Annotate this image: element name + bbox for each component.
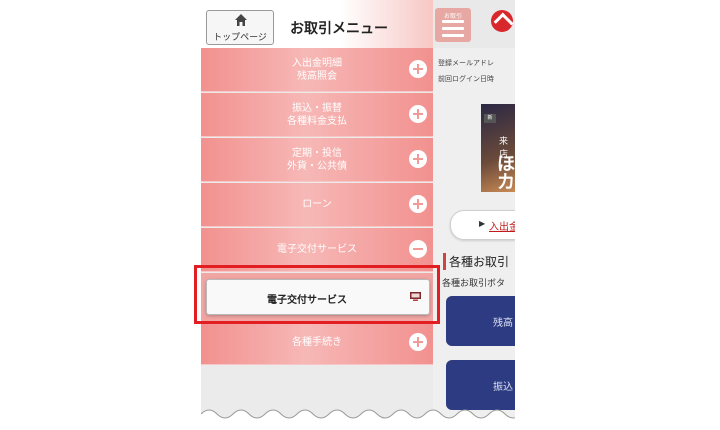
last-login-label: 前回ログイン日時: [438, 75, 494, 83]
bank-logo-icon: [491, 10, 513, 32]
menu-item-label: 定期・投信: [292, 147, 342, 159]
promo-banner[interactable]: 新 来店 ほ カ: [481, 104, 515, 193]
minus-icon: [409, 240, 427, 258]
banner-tag: 新: [484, 114, 496, 123]
torn-edge-divider: [201, 409, 515, 430]
banner-text: カ: [497, 172, 515, 193]
hamburger-bar: [442, 27, 464, 30]
menu-item-label: ローン: [302, 199, 332, 210]
transfer-button[interactable]: 振込: [446, 360, 515, 410]
plus-icon: [409, 60, 427, 78]
transaction-menu-drawer: トップページ お取引メニュー 入出金明細 残高照会 振込・振替 各種料金支払 定…: [201, 0, 433, 430]
menu-item-label: 各種手続き: [292, 337, 342, 348]
menu-item-label: 入出金明細: [292, 57, 342, 69]
plus-icon: [409, 333, 427, 351]
menu-item-loan[interactable]: ローン: [201, 183, 433, 227]
plus-icon: [409, 150, 427, 168]
menu-item-statement-balance[interactable]: 入出金明細 残高照会: [201, 48, 433, 92]
menu-item-procedures[interactable]: 各種手続き: [201, 321, 433, 365]
top-page-button[interactable]: トップページ: [206, 10, 274, 45]
section-title: 各種お取引: [443, 253, 509, 270]
menu-item-transfer-payment[interactable]: 振込・振替 各種料金支払: [201, 93, 433, 137]
hamburger-bar: [442, 34, 464, 37]
button-label: 残高: [493, 318, 513, 329]
app-header: お取引: [433, 0, 515, 48]
menu-item-label: 振込・振替: [292, 102, 342, 114]
hamburger-caption: お取引: [444, 13, 463, 20]
menu-item-label: 残高照会: [297, 70, 337, 82]
phone-screen: お取引 登録メールアドレ 前回ログイン日時 新 来店 ほ カ ▶ 入出金 各種お…: [201, 0, 515, 430]
menu-title: お取引メニュー: [290, 21, 388, 37]
plus-icon: [409, 105, 427, 123]
top-page-label: トップページ: [213, 33, 267, 43]
hamburger-icon: [442, 20, 464, 23]
deposit-withdrawal-link[interactable]: ▶ 入出金: [450, 210, 515, 240]
plus-icon: [409, 195, 427, 213]
triangle-right-icon: ▶: [479, 219, 486, 228]
menu-item-deposit-investment[interactable]: 定期・投信 外貨・公共債: [201, 138, 433, 182]
hamburger-menu-button[interactable]: お取引: [435, 8, 471, 42]
menu-header: トップページ お取引メニュー: [201, 0, 433, 48]
highlight-box: [194, 265, 440, 324]
registered-email-label: 登録メールアドレ: [438, 59, 494, 67]
background-app: お取引 登録メールアドレ 前回ログイン日時 新 来店 ほ カ ▶ 入出金 各種お…: [433, 0, 515, 430]
button-label: 振込: [493, 382, 513, 393]
menu-item-label: 外貨・公共債: [287, 160, 347, 172]
balance-button[interactable]: 残高: [446, 296, 515, 346]
section-subtitle: 各種お取引ボタ: [442, 279, 506, 289]
home-icon: [235, 14, 247, 26]
menu-item-label: 電子交付サービス: [277, 244, 357, 255]
menu-item-label: 各種料金支払: [287, 115, 347, 127]
link-label: 入出金: [489, 222, 515, 233]
